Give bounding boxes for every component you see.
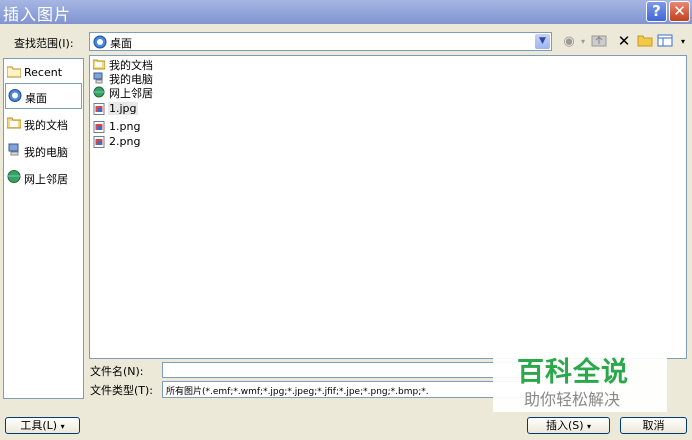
watermark-subtitle: 助你轻松解决 <box>524 390 621 409</box>
views-dropdown-icon[interactable]: ▾ <box>674 33 692 50</box>
computer-icon <box>8 143 19 156</box>
close-button[interactable]: ✕ <box>669 1 690 22</box>
desktop-icon <box>8 89 22 102</box>
places-item-network[interactable]: 网上邻居 <box>5 165 82 191</box>
file-name: 1.jpg <box>108 102 138 115</box>
title-bar: 插入图片 ? ✕ <box>0 0 692 24</box>
watermark-title: 百科全说 <box>517 357 629 388</box>
desktop-icon <box>93 35 107 49</box>
watermark: 百科全说 助你轻松解决 <box>493 348 667 412</box>
window-title: 插入图片 <box>3 5 72 24</box>
close-icon: ✕ <box>673 2 686 20</box>
file-list[interactable]: 我的文档 我的电脑 网上邻居 1.jpg 1.png 2.png <box>89 55 687 359</box>
places-item-computer[interactable]: 我的电脑 <box>5 138 82 164</box>
places-label: 桌面 <box>25 92 47 105</box>
cancel-button[interactable]: 取消 <box>620 417 687 434</box>
places-item-documents[interactable]: 我的文档 <box>5 111 82 137</box>
file-name: 网上邻居 <box>109 87 153 100</box>
documents-folder-icon <box>93 59 105 70</box>
image-file-icon <box>93 121 105 133</box>
up-folder-icon[interactable] <box>590 33 608 50</box>
file-name: 1.png <box>109 120 141 133</box>
places-label: 网上邻居 <box>24 173 68 186</box>
tools-label: 工具(L) <box>20 419 58 432</box>
file-name: 2.png <box>109 135 141 148</box>
chevron-down-icon: ▾ <box>587 422 592 431</box>
places-label: 我的电脑 <box>24 146 68 159</box>
help-button[interactable]: ? <box>646 1 667 22</box>
image-file-icon <box>93 136 105 148</box>
computer-icon <box>93 72 103 84</box>
places-bar: Recent 桌面 我的文档 我的电脑 网上邻居 <box>3 58 84 399</box>
delete-icon[interactable]: ✕ <box>615 33 633 50</box>
places-label: 我的文档 <box>24 119 68 132</box>
documents-folder-icon <box>7 117 21 129</box>
lookin-value: 桌面 <box>110 37 132 50</box>
lookin-label: 查找范围(I): <box>14 37 74 50</box>
places-item-desktop[interactable]: 桌面 <box>5 83 82 109</box>
filename-label: 文件名(N): <box>90 365 144 378</box>
new-folder-icon[interactable] <box>636 33 654 50</box>
help-icon: ? <box>652 2 661 20</box>
network-icon <box>93 86 105 98</box>
network-icon <box>7 170 21 183</box>
tools-button[interactable]: 工具(L) ▾ <box>5 417 80 434</box>
image-file-icon <box>93 103 105 115</box>
insert-button[interactable]: 插入(S) ▾ <box>527 417 610 434</box>
chevron-down-icon[interactable]: ▼ <box>535 34 550 49</box>
folder-icon <box>7 66 21 78</box>
views-icon[interactable] <box>656 33 674 50</box>
cancel-label: 取消 <box>642 419 665 432</box>
places-label: Recent <box>24 66 63 79</box>
insert-label: 插入(S) <box>545 419 584 432</box>
filetype-label: 文件类型(T): <box>90 384 154 397</box>
filetype-value: 所有图片(*.emf;*.wmf;*.jpg;*.jpeg;*.jfif;*.j… <box>166 387 429 397</box>
chevron-down-icon: ▾ <box>60 422 65 431</box>
lookin-dropdown[interactable]: 桌面 ▼ <box>89 32 552 51</box>
